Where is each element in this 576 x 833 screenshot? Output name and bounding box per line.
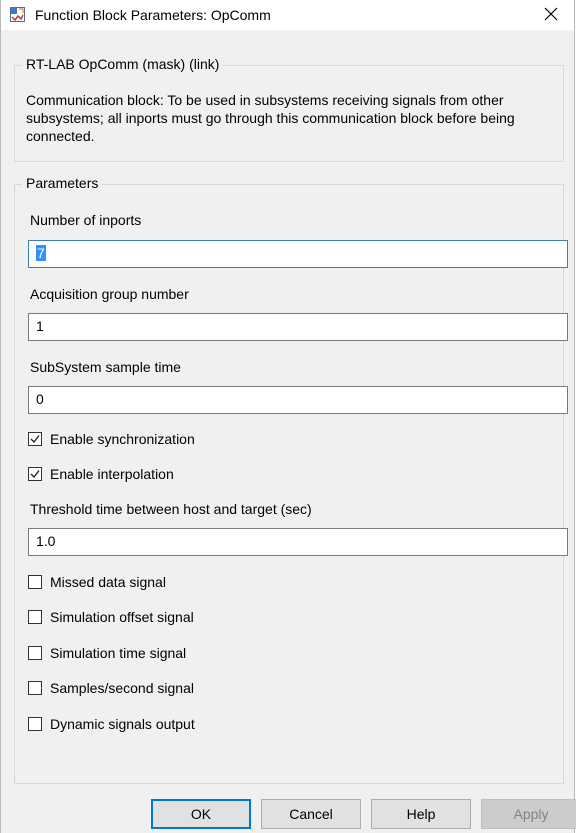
checkbox-checked-icon [28, 467, 42, 481]
dialog-window: Function Block Parameters: OpComm RT-LAB… [0, 0, 576, 833]
cancel-button[interactable]: Cancel [261, 799, 361, 829]
samples-sec-label: Samples/second signal [50, 680, 194, 696]
simulink-block-icon [10, 7, 25, 22]
close-button[interactable] [528, 0, 574, 30]
sim-offset-checkbox[interactable]: Simulation offset signal [28, 609, 194, 625]
acq-group-input[interactable]: 1 [28, 313, 568, 341]
sim-time-checkbox[interactable]: Simulation time signal [28, 645, 186, 661]
checkbox-unchecked-icon [28, 646, 42, 660]
enable-interp-checkbox[interactable]: Enable interpolation [28, 466, 174, 482]
close-icon [544, 7, 558, 24]
enable-sync-checkbox[interactable]: Enable synchronization [28, 431, 195, 447]
sample-time-input[interactable]: 0 [28, 386, 568, 414]
dynamic-signals-checkbox[interactable]: Dynamic signals output [28, 716, 195, 732]
enable-interp-label: Enable interpolation [50, 466, 174, 482]
sample-time-label: SubSystem sample time [30, 359, 181, 375]
mask-group-legend: RT-LAB OpComm (mask) (link) [22, 56, 224, 72]
title-bar[interactable]: Function Block Parameters: OpComm [1, 0, 574, 30]
samples-sec-checkbox[interactable]: Samples/second signal [28, 680, 194, 696]
apply-button[interactable]: Apply [481, 799, 576, 829]
missed-data-checkbox[interactable]: Missed data signal [28, 574, 166, 590]
acq-group-value: 1 [36, 318, 44, 334]
acq-group-label: Acquisition group number [30, 286, 189, 302]
dynamic-signals-label: Dynamic signals output [50, 716, 195, 732]
ok-button[interactable]: OK [151, 799, 251, 829]
checkbox-checked-icon [28, 432, 42, 446]
threshold-label: Threshold time between host and target (… [30, 501, 312, 517]
threshold-value: 1.0 [36, 533, 56, 549]
enable-sync-label: Enable synchronization [50, 431, 195, 447]
num-inports-value: 7 [36, 245, 46, 261]
sim-offset-label: Simulation offset signal [50, 609, 194, 625]
window-title: Function Block Parameters: OpComm [35, 7, 271, 23]
num-inports-input[interactable]: 7 [28, 240, 568, 268]
block-description: Communication block: To be used in subsy… [26, 92, 515, 144]
num-inports-label: Number of inports [30, 212, 142, 228]
sample-time-value: 0 [36, 391, 44, 407]
threshold-input[interactable]: 1.0 [28, 528, 568, 556]
checkbox-unchecked-icon [28, 681, 42, 695]
checkbox-unchecked-icon [28, 610, 42, 624]
sim-time-label: Simulation time signal [50, 645, 187, 661]
checkbox-unchecked-icon [28, 717, 42, 731]
help-button[interactable]: Help [371, 799, 471, 829]
missed-data-label: Missed data signal [50, 574, 166, 590]
checkbox-unchecked-icon [28, 575, 42, 589]
parameters-legend: Parameters [22, 175, 103, 191]
